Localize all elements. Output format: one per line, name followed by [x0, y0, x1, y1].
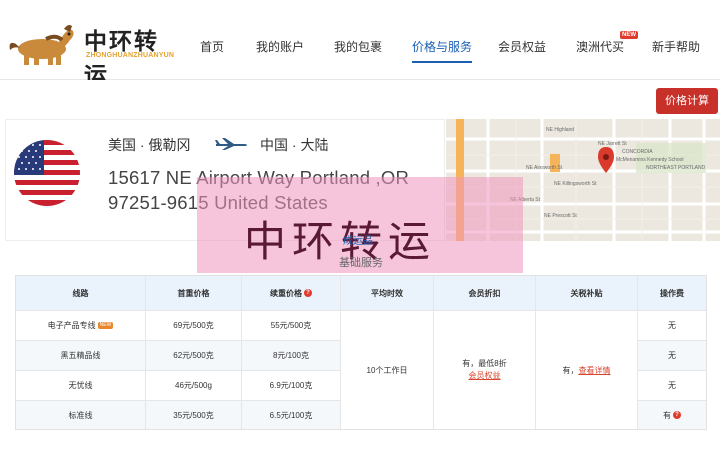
table-cell-first: 62元/500克: [146, 341, 242, 371]
table-cell-fee: 无: [638, 311, 706, 341]
help-icon[interactable]: ?: [673, 411, 681, 419]
table-cell-fee: 有?: [638, 401, 706, 429]
table-row-line: 黑五精品线: [16, 341, 146, 371]
table-cell-first: 46元/500g: [146, 371, 242, 401]
header-avg-time: 平均时效: [341, 276, 434, 311]
discount-cell: 有，最低8折 会员权益: [434, 311, 536, 429]
avg-time-cell: 10个工作日: [341, 311, 434, 429]
member-benefits-link[interactable]: 会员权益: [462, 370, 506, 382]
map-label: McMenamins Kennedy School: [616, 157, 684, 163]
logo-subtext: ZHONGHUANZHUANYUN: [86, 52, 175, 59]
destination-label: 中国 · 大陆: [260, 137, 329, 153]
pricing-table: 线路 首重价格 续重价格? 平均时效 会员折扣 关税补贴 操作费 电子产品专线 N…: [15, 275, 707, 430]
header-line: 线路: [16, 276, 146, 311]
table-cell-first: 69元/500克: [146, 311, 242, 341]
map-label: CONCORDIA: [622, 149, 653, 155]
tax-cell: 有， 查看详情: [536, 311, 638, 429]
new-badge: NEW: [620, 31, 638, 39]
map-label: NORTHEAST PORTLAND: [646, 165, 706, 171]
map-label: NE Killingsworth St: [554, 181, 597, 187]
basic-service-label: 基础服务: [339, 257, 383, 269]
new-badge: NEW: [97, 322, 114, 329]
horse-logo-icon: [9, 25, 74, 65]
view-details-link[interactable]: 查看详情: [579, 365, 611, 376]
nav-australia-shopping[interactable]: 澳洲代买: [576, 38, 624, 55]
table-cell-cont: 6.5元/100克: [242, 401, 341, 429]
table-cell-fee: 无: [638, 341, 706, 371]
nav-home[interactable]: 首页: [200, 38, 224, 55]
map-label: NE Jarrett St: [598, 141, 627, 147]
map-label: NE Highland: [546, 127, 574, 133]
table-cell-first: 35元/500克: [146, 401, 242, 429]
table-cell-cont: 55元/500克: [242, 311, 341, 341]
site-logo[interactable]: 中环转运 ZHONGHUANZHUANYUN: [6, 20, 176, 89]
header-discount: 会员折扣: [434, 276, 536, 311]
top-header: 中环转运 ZHONGHUANZHUANYUN 首页 我的账户 我的包裹 价格与服…: [0, 0, 720, 89]
us-flag-icon: [14, 140, 80, 206]
table-row-line: 标准线: [16, 401, 146, 429]
table-cell-cont: 8元/100克: [242, 341, 341, 371]
header-first-weight: 首重价格: [146, 276, 242, 311]
table-row-line: 无忧线: [16, 371, 146, 401]
nav-pricing-services[interactable]: 价格与服务: [412, 38, 473, 63]
map-label: NE Ainsworth St: [526, 165, 563, 171]
table-cell-fee: 无: [638, 371, 706, 401]
map-label: NE Prescott St: [544, 213, 577, 219]
nav-my-packages[interactable]: 我的包裹: [334, 38, 382, 55]
table-cell-cont: 6.9元/100克: [242, 371, 341, 401]
header-fee: 操作费: [638, 276, 706, 311]
help-icon[interactable]: ?: [304, 289, 312, 297]
price-calc-button[interactable]: 价格计算: [656, 88, 718, 114]
service-tab[interactable]: 成运品: [343, 232, 373, 247]
origin-label: 美国 · 俄勒冈: [108, 137, 191, 153]
header-cont-weight: 续重价格?: [242, 276, 341, 311]
table-row-line: 电子产品专线 NEW: [16, 311, 146, 341]
nav-member-benefits[interactable]: 会员权益: [498, 38, 546, 55]
nav-help[interactable]: 新手帮助: [652, 38, 700, 55]
nav-my-account[interactable]: 我的账户: [256, 38, 304, 55]
airplane-icon: [215, 138, 247, 150]
header-tax: 关税补贴: [536, 276, 638, 311]
